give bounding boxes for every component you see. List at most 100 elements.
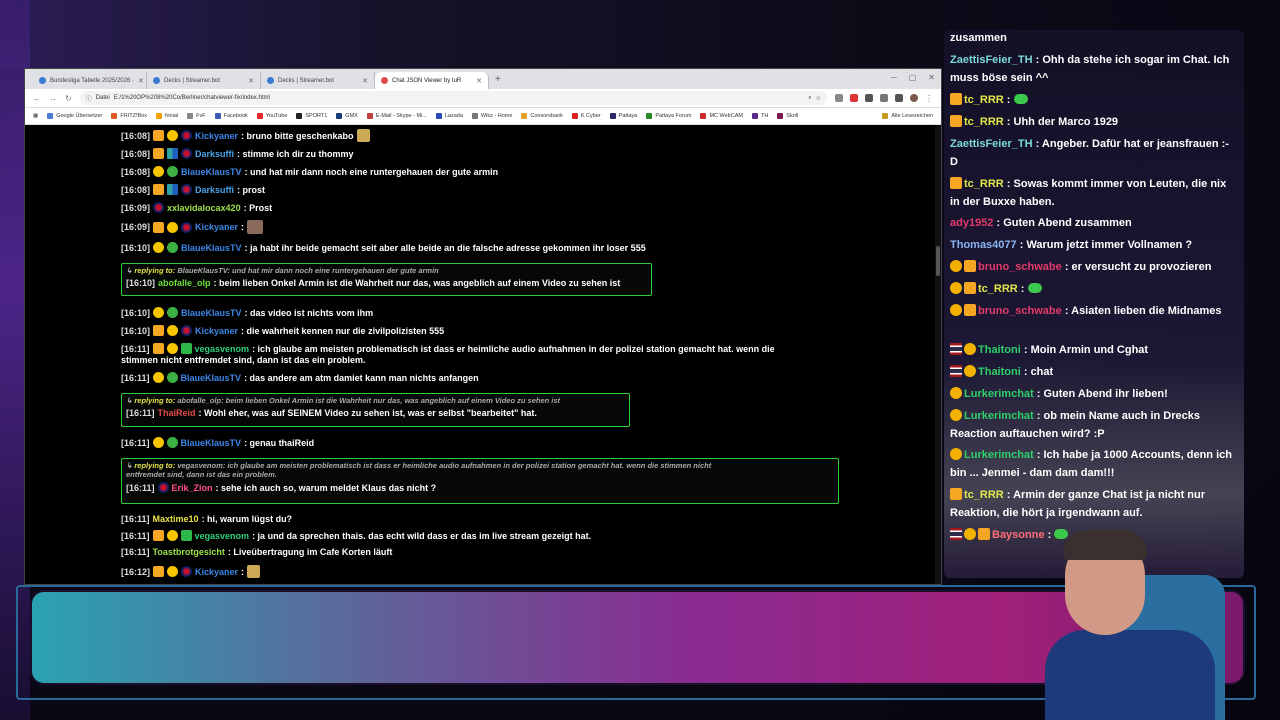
chat-message: [16:11] Maxtime10: hi, warum lügst du? bbox=[121, 514, 293, 524]
browser-window: Bundesliga Tabelle 2025/2026 · ✕ Decks | … bbox=[24, 68, 942, 585]
url-field[interactable]: ⓘ Datei E:/1%20OP%208%20Co/Berliner/chat… bbox=[79, 91, 827, 105]
username[interactable]: BlaueKlausTV bbox=[181, 438, 242, 448]
username[interactable]: ThaiReid bbox=[158, 408, 196, 418]
username[interactable]: Erik_Zion bbox=[172, 483, 213, 493]
reply-arrow-icon: ↳ bbox=[126, 396, 133, 405]
extension-icon[interactable] bbox=[850, 93, 858, 102]
username[interactable]: xxlavidalocax420 bbox=[167, 203, 241, 213]
username[interactable]: BlaueKlausTV bbox=[181, 308, 242, 318]
reply-reference: ↳ replying to: vegasvenom: ich glaube am… bbox=[126, 461, 712, 470]
bookmark-item[interactable]: Wikz - Home bbox=[471, 113, 512, 119]
reply-arrow-icon: ↳ bbox=[126, 461, 133, 470]
bookmark-item[interactable]: MC WebCAM bbox=[700, 113, 743, 119]
bookmark-item[interactable]: Skrill bbox=[777, 113, 798, 119]
star-icon[interactable]: ☆ bbox=[816, 95, 821, 102]
username[interactable]: Kickyaner bbox=[195, 222, 238, 232]
apps-icon[interactable]: ▦ bbox=[33, 113, 38, 119]
extension-icon[interactable] bbox=[865, 93, 873, 102]
bookmark-item[interactable]: K Cyber bbox=[571, 113, 601, 119]
chat-message-continued: stimmen nicht entfremdet sind, dann ist … bbox=[121, 355, 366, 365]
info-icon: ⓘ bbox=[85, 96, 92, 103]
bookmark-item[interactable]: FRITZ!Box bbox=[111, 113, 147, 119]
webcam-image bbox=[1035, 520, 1250, 720]
reload-icon[interactable]: ↻ bbox=[65, 94, 72, 103]
favicon-icon bbox=[381, 77, 388, 84]
chat-message: [16:10] Kickyaner: die wahrheit kennen n… bbox=[121, 325, 445, 336]
bookmark-item[interactable]: Lazada bbox=[435, 113, 463, 119]
emote-icon bbox=[247, 220, 264, 234]
chat-message: [16:11] Toastbrotgesicht: Liveübertragun… bbox=[121, 547, 393, 557]
close-icon[interactable]: ✕ bbox=[138, 77, 144, 85]
username[interactable]: abofalle_olp bbox=[158, 278, 211, 288]
all-bookmarks[interactable]: Alle Lesezeichen bbox=[882, 113, 933, 119]
bookmark-item[interactable]: Pattaya Forum bbox=[646, 113, 691, 119]
bookmark-item[interactable]: Google Übersetzer bbox=[47, 113, 102, 119]
tab-decks-2[interactable]: Decks | Streamer.bot ✕ bbox=[261, 72, 375, 89]
back-icon[interactable]: ← bbox=[33, 94, 41, 103]
bookmark-item[interactable]: E-Mail - Skype - Mi... bbox=[366, 113, 427, 119]
overlay-message: bruno_schwabe : er versucht zu provozier… bbox=[950, 259, 1236, 277]
close-icon[interactable]: ✕ bbox=[362, 77, 368, 85]
username[interactable]: Kickyaner bbox=[195, 131, 238, 141]
bookmark-item[interactable]: Consorsbank bbox=[521, 113, 563, 119]
emote-icon bbox=[1027, 283, 1042, 293]
avatar[interactable] bbox=[910, 93, 918, 102]
username[interactable]: Darksuffi bbox=[195, 185, 234, 195]
menu-icon[interactable]: ⋮ bbox=[925, 94, 933, 103]
bookmark-item[interactable]: TH bbox=[751, 113, 768, 119]
extension-icon[interactable] bbox=[835, 93, 843, 102]
bookmark-item[interactable]: Facebook bbox=[214, 113, 248, 119]
new-tab-button[interactable]: + bbox=[495, 74, 501, 85]
username[interactable]: vegasvenom bbox=[195, 344, 250, 354]
chat-message: [16:11] BlaueKlausTV: das andere am atm … bbox=[121, 372, 479, 383]
close-icon[interactable]: ✕ bbox=[476, 77, 482, 85]
username[interactable]: BlaueKlausTV bbox=[181, 373, 242, 383]
username[interactable]: Darksuffi bbox=[195, 149, 234, 159]
overlay-chat: zusammen ZaettisFeier_TH : Ohh da stehe … bbox=[944, 30, 1244, 578]
username[interactable]: Maxtime10 bbox=[153, 514, 199, 524]
bookmark-item[interactable]: YouTube bbox=[256, 113, 287, 119]
username: tc_RRR bbox=[964, 178, 1004, 190]
chat-message: [16:10] BlaueKlausTV: ja habt ihr beide … bbox=[121, 242, 646, 253]
bookmark-item[interactable]: FvF bbox=[187, 113, 206, 119]
username[interactable]: BlaueKlausTV bbox=[181, 167, 242, 177]
overlay-message: bruno_schwabe : Asiaten lieben die Midna… bbox=[950, 303, 1236, 321]
username[interactable]: Kickyaner bbox=[195, 326, 238, 336]
reply-block: ↳ replying to: vegasvenom: ich glaube am… bbox=[121, 458, 839, 504]
zoom-icon[interactable]: ⌕ bbox=[808, 95, 811, 102]
puzzle-icon[interactable] bbox=[895, 93, 903, 102]
username[interactable]: BlaueKlausTV bbox=[181, 243, 242, 253]
chat-message: [16:11] vegasvenom: ich glaube am meiste… bbox=[121, 343, 775, 354]
overlay-message: ady1952 : Guten Abend zusammen bbox=[950, 217, 1132, 229]
overlay-message: Lurkerimchat : Ich habe ja 1000 Accounts… bbox=[950, 448, 1232, 479]
tab-bundesliga[interactable]: Bundesliga Tabelle 2025/2026 · ✕ bbox=[33, 72, 147, 89]
reply-reference-continued: entfremdet sind, dann ist das ein proble… bbox=[126, 470, 277, 479]
tab-chat-viewer[interactable]: Chat JSON Viewer by tuR ✕ bbox=[375, 72, 489, 89]
close-icon[interactable]: ✕ bbox=[248, 77, 254, 85]
username[interactable]: Toastbrotgesicht bbox=[153, 547, 225, 557]
username[interactable]: Kickyaner bbox=[195, 567, 238, 577]
bookmark-item[interactable]: SPORT1 bbox=[296, 113, 327, 119]
reply-block: ↳ replying to: BlaueKlausTV: und hat mir… bbox=[121, 263, 652, 296]
overlay-message: Thomas4077 : Warum jetzt immer Vollnamen… bbox=[950, 239, 1193, 251]
overlay-message: tc_RRR : Armin der ganze Chat ist ja nic… bbox=[950, 488, 1206, 519]
close-window-icon[interactable]: ✕ bbox=[928, 73, 935, 82]
username: Lurkerimchat bbox=[964, 410, 1034, 422]
bookmark-item[interactable]: fonial bbox=[155, 113, 178, 119]
bookmark-item[interactable]: GMX bbox=[336, 113, 358, 119]
favicon-icon bbox=[39, 77, 46, 84]
chat-message: [16:10] BlaueKlausTV: das video ist nich… bbox=[121, 307, 374, 318]
maximize-icon[interactable]: ▢ bbox=[909, 73, 917, 82]
scrollbar-thumb[interactable] bbox=[936, 246, 940, 276]
tab-decks-1[interactable]: Decks | Streamer.bot ✕ bbox=[147, 72, 261, 89]
extension-icon[interactable] bbox=[880, 93, 888, 102]
forward-icon[interactable]: → bbox=[49, 94, 57, 103]
minimize-icon[interactable]: ─ bbox=[891, 73, 897, 82]
scrollbar[interactable] bbox=[935, 126, 941, 584]
chat-message: [16:08] Darksuffi: prost bbox=[121, 184, 266, 195]
favicon-icon bbox=[267, 77, 274, 84]
overlay-message: Lurkerimchat : Guten Abend ihr lieben! bbox=[950, 386, 1236, 404]
favicon-icon bbox=[153, 77, 160, 84]
bookmark-item[interactable]: Pattaya bbox=[609, 113, 637, 119]
username[interactable]: vegasvenom bbox=[195, 531, 250, 541]
